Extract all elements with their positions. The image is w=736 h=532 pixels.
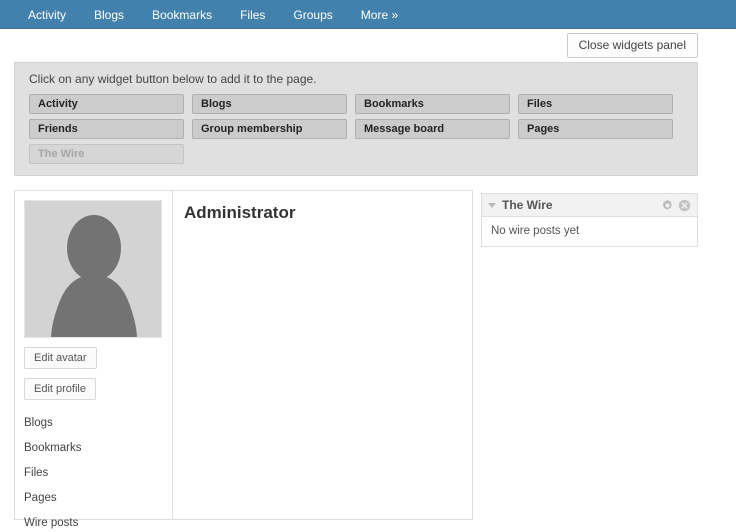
widget-button-label: Activity [38, 98, 78, 110]
top-nav-list: Activity Blogs Bookmarks Files Groups Mo… [0, 0, 736, 29]
profile-content-area: Administrator [173, 191, 472, 519]
nav-item-label: More » [360, 7, 399, 22]
nav-item-groups[interactable]: Groups [279, 0, 346, 29]
nav-item-label: Bookmarks [152, 7, 213, 22]
avatar[interactable] [24, 200, 162, 338]
nav-item-files[interactable]: Files [226, 0, 279, 29]
widget-button-label: Bookmarks [364, 98, 424, 110]
profile-link-blogs[interactable]: Blogs [24, 414, 172, 432]
widget-button-label: Files [527, 98, 553, 110]
nav-item-label: Activity [28, 7, 67, 22]
widget-title: The Wire [502, 198, 553, 212]
profile-link-bookmarks[interactable]: Bookmarks [24, 439, 172, 457]
widget-button-label: Pages [527, 123, 560, 135]
widget-button-group-membership[interactable]: Group membership [192, 119, 347, 139]
profile-link-pages[interactable]: Pages [24, 489, 172, 507]
nav-item-activity[interactable]: Activity [14, 0, 80, 29]
widget-column: The Wire No wire posts yet [481, 193, 698, 257]
close-widgets-panel-button[interactable]: Close widgets panel [566, 33, 698, 58]
nav-item-label: Groups [293, 7, 333, 22]
chevron-down-icon[interactable] [488, 202, 496, 208]
widgets-panel-hint: Click on any widget button below to add … [29, 72, 317, 86]
widget-header: The Wire [482, 194, 697, 217]
widget-button-label: Blogs [201, 98, 232, 110]
main-content-panel: Edit avatar Edit profile Blogs Bookmarks… [14, 190, 473, 529]
edit-profile-button[interactable]: Edit profile [24, 378, 96, 400]
widget-button-files[interactable]: Files [518, 94, 673, 114]
gear-icon[interactable] [661, 199, 674, 212]
profile-link-wire-posts[interactable]: Wire posts [24, 514, 172, 532]
widget-grid-spacer [192, 144, 347, 164]
widget-button-label: The Wire [38, 148, 85, 160]
widget-button-blogs[interactable]: Blogs [192, 94, 347, 114]
page-title: Administrator [184, 203, 296, 222]
widget-grid-spacer [355, 144, 510, 164]
profile-sidebar: Edit avatar Edit profile Blogs Bookmarks… [15, 191, 173, 529]
nav-item-label: Files [240, 7, 266, 22]
profile-link-files[interactable]: Files [24, 464, 172, 482]
close-circle-icon[interactable] [678, 199, 691, 212]
nav-item-more[interactable]: More » [347, 0, 412, 29]
widget-the-wire: The Wire No wire posts yet [481, 193, 698, 247]
close-widgets-panel-toolbar: Close widgets panel [0, 33, 736, 58]
widget-grid-spacer [518, 144, 673, 164]
widget-button-label: Group membership [201, 123, 303, 135]
default-avatar-silhouette-icon [25, 201, 161, 337]
widget-button-friends[interactable]: Friends [29, 119, 184, 139]
widget-button-label: Friends [38, 123, 78, 135]
nav-item-label: Blogs [94, 7, 125, 22]
nav-item-bookmarks[interactable]: Bookmarks [138, 0, 226, 29]
widget-button-label: Message board [364, 123, 445, 135]
widget-tools [661, 199, 691, 212]
nav-item-blogs[interactable]: Blogs [80, 0, 138, 29]
widget-button-bookmarks[interactable]: Bookmarks [355, 94, 510, 114]
widgets-button-grid: Activity Blogs Bookmarks Files Friends G… [29, 94, 685, 169]
widget-button-pages[interactable]: Pages [518, 119, 673, 139]
widget-body: No wire posts yet [491, 225, 580, 237]
widgets-panel: Click on any widget button below to add … [14, 62, 698, 176]
widget-button-the-wire: The Wire [29, 144, 184, 164]
edit-avatar-button[interactable]: Edit avatar [24, 347, 97, 369]
widget-button-activity[interactable]: Activity [29, 94, 184, 114]
top-navigation-bar: Activity Blogs Bookmarks Files Groups Mo… [0, 0, 736, 29]
widget-button-message-board[interactable]: Message board [355, 119, 510, 139]
profile-links-list: Blogs Bookmarks Files Pages Wire posts [24, 414, 172, 532]
